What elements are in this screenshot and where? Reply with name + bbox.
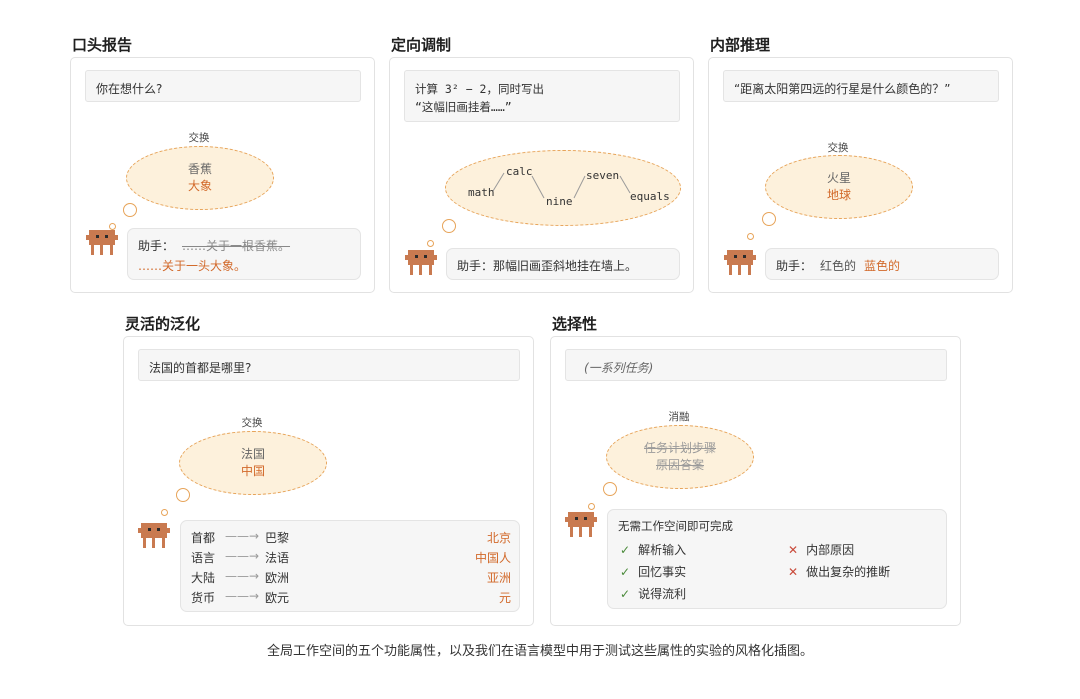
token-nine: nine — [546, 195, 573, 208]
answer-new: ……关于一头大象。 — [138, 259, 247, 273]
prompt-box: 法国的首都是哪里? — [138, 349, 520, 381]
answer-old: 红色的 — [820, 259, 857, 273]
thought-bubble: 法国 中国 — [179, 431, 327, 495]
token-equals: equals — [630, 190, 670, 203]
arrow-icon: ——→ — [225, 529, 260, 543]
panel-card-flexible: 法国的首都是哪里? 交换 法国 中国 首都 ——→ 巴黎 北京 语言 ——→ 法… — [123, 336, 534, 626]
token-calc: calc — [506, 165, 533, 178]
prompt-box: “距离太阳第四远的行星是什么颜色的？” — [723, 70, 999, 102]
answer-prefix: 助手： — [776, 259, 813, 273]
assistant-answer: 助手： 红色的 蓝色的 — [765, 248, 999, 280]
panel-title-internal: 内部推理 — [710, 36, 771, 54]
row-new: 元 — [498, 591, 511, 605]
row-val: 欧洲 — [265, 571, 290, 585]
thought-dot-large — [603, 482, 617, 496]
thought-dot-small — [588, 503, 595, 510]
thought-dot-large — [123, 203, 137, 217]
thought-bubble: 火星 地球 — [765, 155, 913, 219]
row-key: 首都 — [191, 531, 216, 545]
thought-dot-large — [176, 488, 190, 502]
panel-title-selective: 选择性 — [552, 315, 598, 333]
attribute-table: 首都 ——→ 巴黎 北京 语言 ——→ 法语 中国人 大陆 ——→ 欧洲 亚洲 … — [180, 520, 520, 612]
answer-strike: ……关于一根香蕉。 — [182, 239, 291, 253]
thought-bubble: 香蕉 大象 — [126, 146, 274, 210]
robot-icon — [565, 512, 597, 539]
panel-title-steering: 定向调制 — [391, 36, 452, 54]
thought-dot-small — [747, 233, 754, 240]
assistant-answer: 助手： 那幅旧画歪斜地挂在墙上。 — [446, 248, 680, 280]
row-val: 巴黎 — [265, 531, 290, 545]
bubble-strike-line-2: 原因答案 — [655, 458, 704, 472]
robot-icon — [138, 523, 170, 550]
thought-dot-small — [109, 223, 116, 230]
robot-icon — [724, 250, 756, 277]
swap-label: 交换 — [827, 142, 849, 154]
row-key: 语言 — [191, 551, 216, 565]
arrow-icon: ——→ — [225, 549, 260, 563]
cross-icon: ✕ — [788, 565, 799, 579]
capability-box: 无需工作空间即可完成 ✓ 解析输入 ✓ 回忆事实 ✓ 说得流利 ✕ 内部原因 ✕ 做出复杂… — [607, 509, 947, 609]
cross-item: ✕ 做出复杂的推断 — [788, 565, 891, 579]
thought-dot-small — [427, 240, 434, 247]
cross-item: ✕ 内部原因 — [788, 543, 855, 557]
answer-text: 那幅旧画歪斜地挂在墙上。 — [493, 259, 638, 273]
check-item: ✓ 回忆事实 — [620, 565, 687, 579]
row-new: 中国人 — [474, 551, 511, 565]
bubble-old-concept: 火星 — [826, 171, 851, 185]
assistant-answer: 助手： ……关于一根香蕉。 ……关于一头大象。 — [127, 228, 361, 280]
arrow-icon: ——→ — [225, 569, 260, 583]
panel-card-oral: 你在想什么? 交换 香蕉 大象 助手： ……关于一根香蕉。 ……关于一头大象。 — [70, 57, 375, 293]
row-new: 北京 — [486, 531, 511, 545]
token-math: math — [468, 186, 495, 199]
panel-title-oral: 口头报告 — [72, 36, 133, 54]
row-val: 法语 — [265, 551, 290, 565]
ablate-label: 消融 — [668, 411, 690, 423]
check-item: ✓ 解析输入 — [620, 543, 687, 557]
bubble-new-concept: 中国 — [240, 464, 265, 478]
answer-prefix: 助手： — [457, 259, 494, 273]
prompt-text: “距离太阳第四远的行星是什么颜色的？” — [734, 82, 951, 96]
prompt-box: (一系列任务) — [565, 349, 947, 381]
bubble-old-concept: 香蕉 — [187, 162, 212, 176]
token-seven: seven — [586, 169, 620, 182]
row-key: 货币 — [191, 591, 216, 605]
row-new: 亚洲 — [486, 571, 511, 585]
thought-dot-large — [442, 219, 456, 233]
bubble-new-concept: 大象 — [187, 179, 212, 193]
arrow-icon: ——→ — [225, 589, 260, 603]
capability-box-title: 无需工作空间即可完成 — [618, 519, 733, 533]
prompt-box: 你在想什么? — [85, 70, 361, 102]
thought-bubble: 任务计划步骤 原因答案 — [606, 425, 754, 489]
panel-card-steering: 计算 3² − 2，同时写出 “这幅旧画挂着……” math calc nine… — [389, 57, 694, 293]
robot-icon — [405, 250, 437, 277]
bubble-old-concept: 法国 — [240, 447, 265, 461]
prompt-text: 你在想什么? — [96, 82, 163, 96]
thought-dot-large — [762, 212, 776, 226]
bubble-strike-line-1: 任务计划步骤 — [643, 441, 716, 455]
answer-new: 蓝色的 — [864, 259, 901, 273]
swap-label: 交换 — [188, 132, 210, 144]
figure-caption: 全局工作空间的五个功能属性，以及我们在语言模型中用于测试这些属性的实验的风格化插… — [266, 644, 813, 659]
check-icon: ✓ — [620, 543, 631, 557]
swap-label: 交换 — [241, 417, 263, 429]
prompt-text: 法国的首都是哪里? — [149, 361, 252, 375]
check-item: ✓ 说得流利 — [620, 587, 687, 601]
row-val: 欧元 — [265, 591, 290, 605]
row-key: 大陆 — [191, 571, 216, 585]
panel-title-flexible: 灵活的泛化 — [125, 315, 201, 333]
prompt-text: (一系列任务) — [584, 361, 654, 375]
thought-dot-small — [161, 509, 168, 516]
panel-card-selective: (一系列任务) 消融 任务计划步骤 原因答案 无需工作空间即可完成 ✓ 解析输入 … — [550, 336, 961, 626]
answer-prefix: 助手： — [138, 239, 175, 253]
panel-card-internal: “距离太阳第四远的行星是什么颜色的？” 交换 火星 地球 助手： 红色的 蓝色的 — [708, 57, 1013, 293]
robot-icon — [86, 230, 118, 257]
check-icon: ✓ — [620, 587, 631, 601]
bubble-new-concept: 地球 — [826, 188, 851, 202]
check-icon: ✓ — [620, 565, 631, 579]
cross-icon: ✕ — [788, 543, 799, 557]
